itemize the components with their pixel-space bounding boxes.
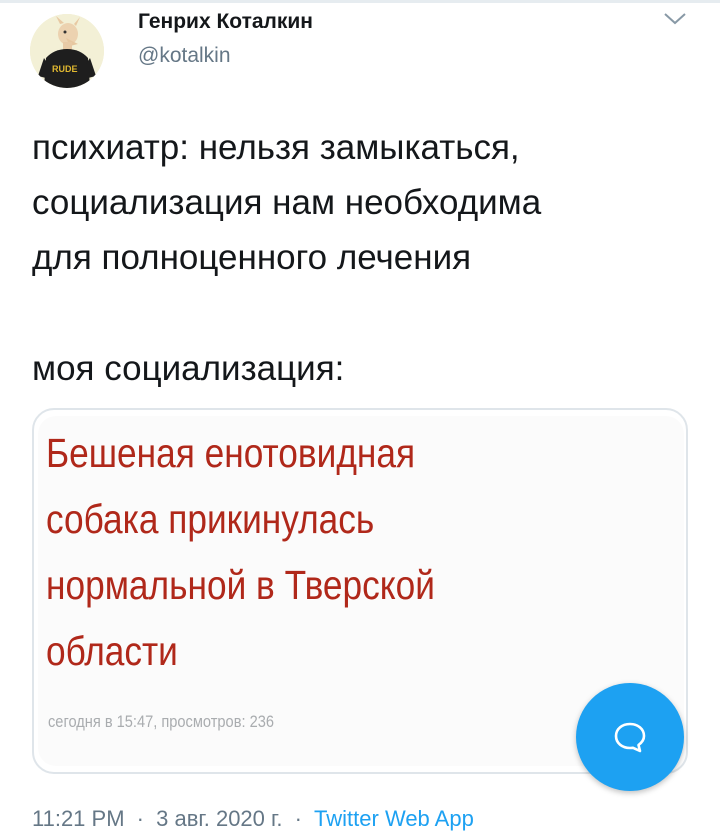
tweet-time[interactable]: 11:21 PM	[32, 806, 125, 831]
tweet-text-line: моя социализация:	[32, 349, 345, 388]
headline-line: нормальной в Тверской	[46, 562, 435, 608]
avatar-illustration: RUDE	[30, 14, 104, 88]
tweet-text: психиатр: нельзя замыкаться, социализаци…	[32, 120, 692, 396]
separator: ·	[136, 806, 144, 831]
avatar-shirt-label: RUDE	[52, 64, 78, 74]
news-headline: Бешеная енотовидная собака прикинулась н…	[46, 420, 528, 684]
compose-button[interactable]	[576, 683, 684, 791]
headline-line: области	[46, 628, 178, 674]
tweet-footer: 11:21 PM · 3 авг. 2020 г. · Twitter Web …	[32, 806, 474, 832]
news-meta: сегодня в 15:47, просмотров: 236	[48, 712, 274, 731]
tweet-text-line: психиатр: нельзя замыкаться,	[32, 128, 520, 167]
author-handle[interactable]: @kotalkin	[138, 44, 231, 68]
tweet-text-line: для полноценного лечения	[32, 238, 472, 277]
tweet-text-line: социализация нам необходима	[32, 183, 542, 222]
chevron-down-icon[interactable]	[662, 10, 688, 28]
tweet-header: RUDE Генрих Коталкин @kotalkin	[0, 0, 720, 100]
tweet-source-link[interactable]: Twitter Web App	[314, 806, 474, 831]
tweet-date[interactable]: 3 авг. 2020 г.	[156, 806, 282, 831]
separator: ·	[294, 806, 302, 831]
avatar[interactable]: RUDE	[30, 14, 104, 88]
headline-line: собака прикинулась	[46, 496, 375, 542]
author-display-name[interactable]: Генрих Коталкин	[138, 10, 313, 34]
headline-line: Бешеная енотовидная	[46, 430, 416, 476]
chat-bubble-icon	[614, 722, 646, 753]
